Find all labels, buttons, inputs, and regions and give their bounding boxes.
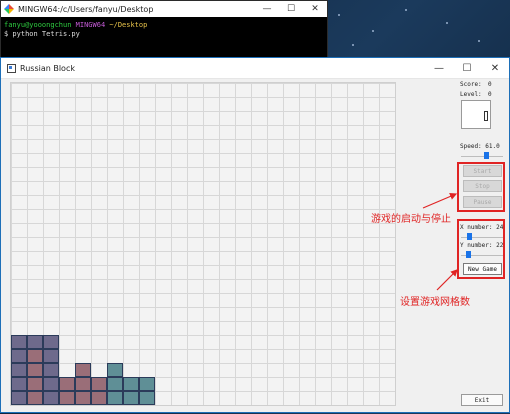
background-star (478, 40, 480, 42)
annotation-arrows (422, 193, 458, 291)
prompt-path: ~/Desktop (109, 21, 148, 29)
background-star (352, 44, 354, 46)
russian-block-window[interactable]: Russian Block — ☐ ✕ Score: 0 Level: 0 Sp… (0, 57, 510, 413)
exit-button[interactable]: Exit (461, 394, 503, 406)
background-star (446, 22, 448, 24)
terminal-title: MINGW64:/c/Users/fanyu/Desktop (18, 4, 154, 14)
background-star (405, 9, 407, 11)
controls-arrow-icon (422, 193, 458, 209)
background-star (338, 14, 340, 16)
terminal-maximize-button[interactable]: ☐ (279, 1, 303, 17)
terminal-window[interactable]: MINGW64:/c/Users/fanyu/Desktop — ☐ ✕ fan… (0, 0, 328, 60)
background-star (372, 30, 374, 32)
terminal-command: $ python Tetris.py (4, 30, 80, 38)
terminal-close-button[interactable]: ✕ (303, 1, 327, 17)
terminal-titlebar[interactable]: MINGW64:/c/Users/fanyu/Desktop — ☐ ✕ (1, 1, 327, 17)
mingw-logo-icon (4, 4, 14, 14)
prompt-env: MINGW64 (75, 21, 106, 29)
terminal-minimize-button[interactable]: — (255, 1, 279, 17)
prompt-user: fanyu@yooongchun (4, 21, 72, 29)
grid-arrow-icon (436, 269, 458, 291)
terminal-prompt-line: fanyu@yooongchun MINGW64 ~/Desktop (4, 21, 324, 30)
terminal-output[interactable]: fanyu@yooongchun MINGW64 ~/Desktop $ pyt… (1, 17, 327, 43)
